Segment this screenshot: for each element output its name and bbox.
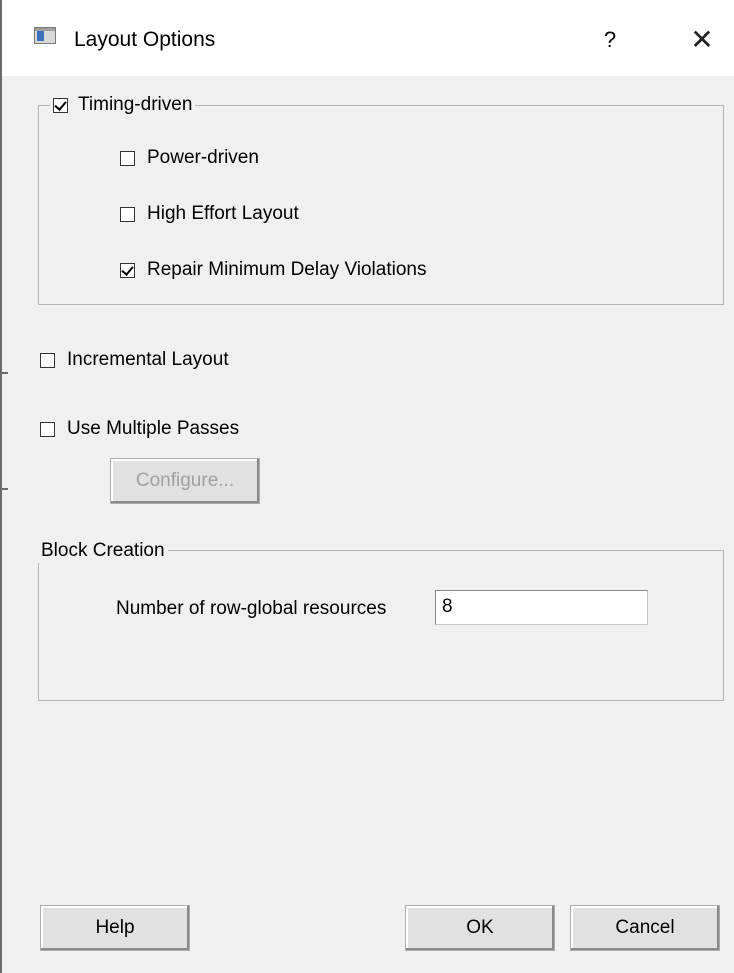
power-driven-checkbox[interactable]: Power-driven [120,146,259,170]
close-icon[interactable]: ✕ [678,20,726,60]
use-multiple-passes-label: Use Multiple Passes [67,418,240,439]
high-effort-layout-checkbox-box[interactable] [120,206,135,222]
block-creation-title: Block Creation [38,539,168,563]
incremental-layout-checkbox-box[interactable] [40,352,55,368]
cancel-button[interactable]: Cancel [570,905,720,951]
configure-button[interactable]: Configure... [110,458,260,504]
block-creation-group [38,550,724,701]
incremental-layout-label: Incremental Layout [67,349,229,370]
row-global-resources-input[interactable]: 8 [435,590,648,625]
row-global-resources-label: Number of row-global resources [116,598,387,619]
help-question-icon[interactable]: ? [590,20,630,60]
ok-button[interactable]: OK [405,905,555,951]
power-driven-checkbox-box[interactable] [120,150,135,166]
repair-min-delay-checkbox-box[interactable] [120,262,135,278]
use-multiple-passes-checkbox-box[interactable] [40,421,55,437]
high-effort-layout-checkbox[interactable]: High Effort Layout [120,202,299,226]
help-button[interactable]: Help [40,905,190,951]
repair-min-delay-label: Repair Minimum Delay Violations [147,259,427,280]
edge-tick [2,372,8,374]
edge-tick [2,488,8,490]
window-app-icon [34,27,56,44]
timing-driven-checkbox[interactable]: Timing-driven [50,93,196,117]
repair-min-delay-checkbox[interactable]: Repair Minimum Delay Violations [120,258,426,282]
layout-options-dialog: Layout Options ? ✕ Timing-driven Power-d… [0,0,734,973]
incremental-layout-checkbox[interactable]: Incremental Layout [40,348,229,372]
power-driven-label: Power-driven [147,147,259,168]
high-effort-layout-label: High Effort Layout [147,203,299,224]
window-title: Layout Options [74,28,216,51]
title-bar: Layout Options ? ✕ [2,0,734,76]
timing-driven-checkbox-box[interactable] [53,97,68,113]
timing-driven-label: Timing-driven [78,94,193,115]
use-multiple-passes-checkbox[interactable]: Use Multiple Passes [40,417,239,441]
